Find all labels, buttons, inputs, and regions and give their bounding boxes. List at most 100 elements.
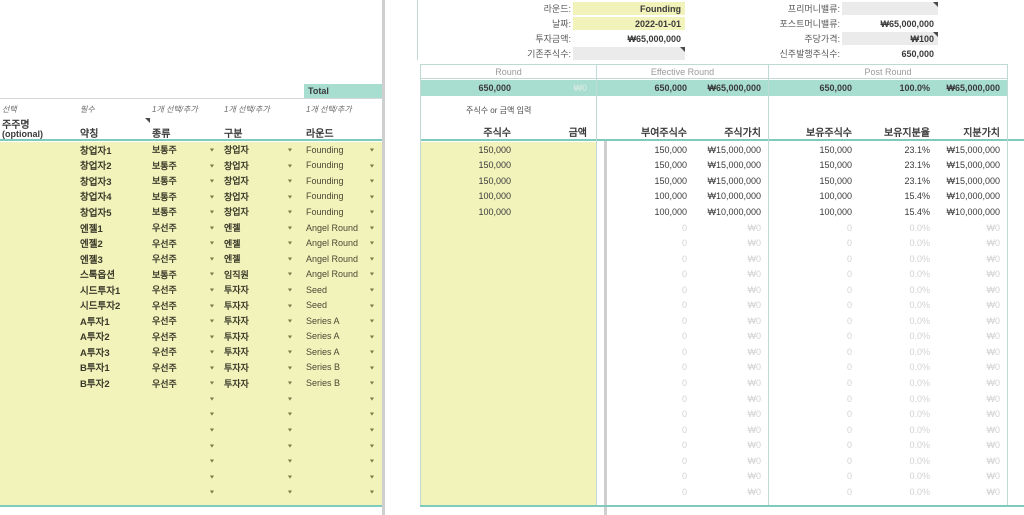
row-shortname[interactable]: 창업자1	[78, 142, 150, 158]
row-round[interactable]: Seed	[304, 298, 370, 314]
row-round-dropdown[interactable]	[368, 146, 376, 155]
row-category-dropdown[interactable]	[286, 286, 294, 295]
row-share-class-dropdown[interactable]	[208, 286, 216, 295]
round-field-value-3[interactable]	[573, 47, 685, 60]
row-category-dropdown[interactable]	[286, 208, 294, 217]
valuation-field-value-3[interactable]: 650,000	[842, 47, 938, 60]
row-category[interactable]: 엔젤	[222, 235, 288, 251]
row-category-dropdown[interactable]	[286, 255, 294, 264]
row-round[interactable]: Series B	[304, 360, 370, 376]
row-round-dropdown[interactable]	[368, 193, 376, 202]
row-shortname[interactable]: 스톡옵션	[78, 266, 150, 282]
row-round[interactable]: Founding	[304, 158, 370, 174]
row-round-dropdown[interactable]	[368, 395, 376, 404]
row-category-dropdown[interactable]	[286, 348, 294, 357]
row-round-dropdown[interactable]	[368, 333, 376, 342]
row-share-class-dropdown[interactable]	[208, 364, 216, 373]
row-category-dropdown[interactable]	[286, 193, 294, 202]
row-category[interactable]: 임직원	[222, 266, 288, 282]
row-round-dropdown[interactable]	[368, 208, 376, 217]
row-round-dropdown[interactable]	[368, 348, 376, 357]
row-category-dropdown[interactable]	[286, 488, 294, 497]
row-round[interactable]: Seed	[304, 282, 370, 298]
row-category[interactable]: 투자자	[222, 313, 288, 329]
row-round-dropdown[interactable]	[368, 488, 376, 497]
row-share-class-dropdown[interactable]	[208, 162, 216, 171]
row-category-dropdown[interactable]	[286, 457, 294, 466]
valuation-field-value-2[interactable]: ₩100	[842, 32, 938, 45]
row-shortname[interactable]: A투자2	[78, 329, 150, 345]
round-field-dropdown-0[interactable]	[673, 5, 681, 14]
row-share-class-dropdown[interactable]	[208, 410, 216, 419]
row-round[interactable]: Founding	[304, 142, 370, 158]
row-shortname[interactable]: 창업자5	[78, 204, 150, 220]
row-category[interactable]: 창업자	[222, 158, 288, 174]
row-category-dropdown[interactable]	[286, 410, 294, 419]
row-share-class-dropdown[interactable]	[208, 442, 216, 451]
row-category-dropdown[interactable]	[286, 364, 294, 373]
row-share-class-dropdown[interactable]	[208, 333, 216, 342]
row-round-dropdown[interactable]	[368, 457, 376, 466]
row-category-dropdown[interactable]	[286, 395, 294, 404]
row-round[interactable]: Founding	[304, 204, 370, 220]
row-round-dropdown[interactable]	[368, 286, 376, 295]
row-round-dropdown[interactable]	[368, 224, 376, 233]
row-share-class[interactable]: 보통주	[150, 142, 210, 158]
row-round-dropdown[interactable]	[368, 255, 376, 264]
row-category-dropdown[interactable]	[286, 442, 294, 451]
row-share-class[interactable]: 우선주	[150, 360, 210, 376]
row-category[interactable]: 투자자	[222, 298, 288, 314]
row-shares[interactable]: 150,000	[421, 142, 516, 158]
row-category-dropdown[interactable]	[286, 224, 294, 233]
row-category-dropdown[interactable]	[286, 379, 294, 388]
row-category[interactable]: 투자자	[222, 344, 288, 360]
row-share-class-dropdown[interactable]	[208, 302, 216, 311]
row-category-dropdown[interactable]	[286, 317, 294, 326]
row-round[interactable]: Angel Round	[304, 220, 370, 236]
row-round-dropdown[interactable]	[368, 473, 376, 482]
row-round[interactable]: Series A	[304, 313, 370, 329]
row-shortname[interactable]: A투자3	[78, 344, 150, 360]
row-shortname[interactable]: 시드투자2	[78, 298, 150, 314]
row-share-class-dropdown[interactable]	[208, 426, 216, 435]
row-share-class[interactable]: 우선주	[150, 313, 210, 329]
row-share-class-dropdown[interactable]	[208, 193, 216, 202]
row-category[interactable]: 엔젤	[222, 251, 288, 267]
row-category[interactable]: 엔젤	[222, 220, 288, 236]
row-round-dropdown[interactable]	[368, 177, 376, 186]
row-shortname[interactable]: B투자1	[78, 360, 150, 376]
row-share-class-dropdown[interactable]	[208, 488, 216, 497]
row-category[interactable]: 창업자	[222, 189, 288, 205]
row-round-dropdown[interactable]	[368, 162, 376, 171]
row-category[interactable]: 투자자	[222, 329, 288, 345]
row-share-class[interactable]: 우선주	[150, 298, 210, 314]
row-shortname[interactable]: B투자2	[78, 375, 150, 391]
row-round[interactable]: Founding	[304, 173, 370, 189]
row-category-dropdown[interactable]	[286, 162, 294, 171]
row-round-dropdown[interactable]	[368, 302, 376, 311]
row-category[interactable]: 투자자	[222, 282, 288, 298]
row-shares[interactable]: 100,000	[421, 189, 516, 205]
row-share-class[interactable]: 우선주	[150, 329, 210, 345]
row-share-class-dropdown[interactable]	[208, 395, 216, 404]
row-share-class[interactable]: 보통주	[150, 173, 210, 189]
row-category-dropdown[interactable]	[286, 473, 294, 482]
valuation-field-value-0[interactable]	[842, 2, 938, 15]
row-share-class-dropdown[interactable]	[208, 146, 216, 155]
row-round-dropdown[interactable]	[368, 442, 376, 451]
row-share-class-dropdown[interactable]	[208, 224, 216, 233]
row-share-class-dropdown[interactable]	[208, 177, 216, 186]
row-round[interactable]: Angel Round	[304, 251, 370, 267]
row-round-dropdown[interactable]	[368, 364, 376, 373]
row-round-dropdown[interactable]	[368, 426, 376, 435]
row-round-dropdown[interactable]	[368, 379, 376, 388]
row-category-dropdown[interactable]	[286, 177, 294, 186]
row-category-dropdown[interactable]	[286, 239, 294, 248]
row-round[interactable]: Series A	[304, 329, 370, 345]
row-share-class-dropdown[interactable]	[208, 208, 216, 217]
row-shortname[interactable]: 시드투자1	[78, 282, 150, 298]
row-category[interactable]: 창업자	[222, 142, 288, 158]
row-share-class[interactable]: 우선주	[150, 235, 210, 251]
row-shares[interactable]: 150,000	[421, 158, 516, 174]
row-share-class[interactable]: 우선주	[150, 375, 210, 391]
